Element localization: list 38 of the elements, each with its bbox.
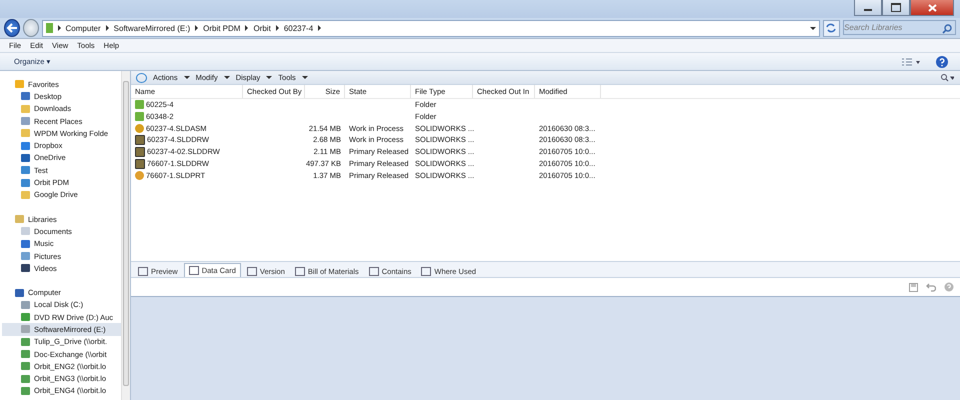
group-icon [15,288,24,297]
chevron-icon [195,25,198,31]
help-icon[interactable] [936,56,948,68]
chevron-icon [58,25,61,31]
minimize-icon[interactable] [854,0,882,16]
search-icon [942,24,952,34]
caret-icon[interactable] [302,76,308,79]
scrollbar[interactable] [121,71,130,400]
undo-icon[interactable] [926,282,936,292]
refresh-icon[interactable] [822,20,840,36]
breadcrumb[interactable]: 60237-4 [284,24,314,32]
file-icon [135,158,145,169]
group-icon [15,80,24,88]
breadcrumb[interactable]: Computer [66,24,101,32]
breadcrumb[interactable]: Orbit PDM [203,24,240,32]
caret-icon[interactable] [266,76,272,79]
file-icon [135,171,144,180]
breadcrumb[interactable]: SoftwareMirrored (E:) [114,24,190,32]
chevron-icon [318,25,322,31]
save-icon[interactable] [909,282,918,292]
chevron-icon [245,25,248,31]
search-icon[interactable] [940,74,954,82]
maximize-icon[interactable] [882,0,910,16]
folder-icon [46,23,53,33]
chevron-icon [276,25,279,31]
address-bar[interactable]: Computer SoftwareMirrored (E:) Orbit PDM Orbit 60237-4 [42,20,820,36]
file-icon [135,135,145,146]
close-icon[interactable] [910,0,954,16]
search-field[interactable]: Search Libraries [843,20,956,34]
caret-icon[interactable] [184,76,190,79]
dropdown-icon[interactable] [810,26,816,30]
group-icon [15,215,24,224]
chevron-icon [106,25,109,31]
view-options-icon[interactable] [902,58,920,66]
back-button[interactable] [4,19,20,37]
breadcrumb[interactable]: Orbit [253,24,271,32]
file-icon [135,147,145,158]
caret-icon[interactable] [224,76,230,79]
